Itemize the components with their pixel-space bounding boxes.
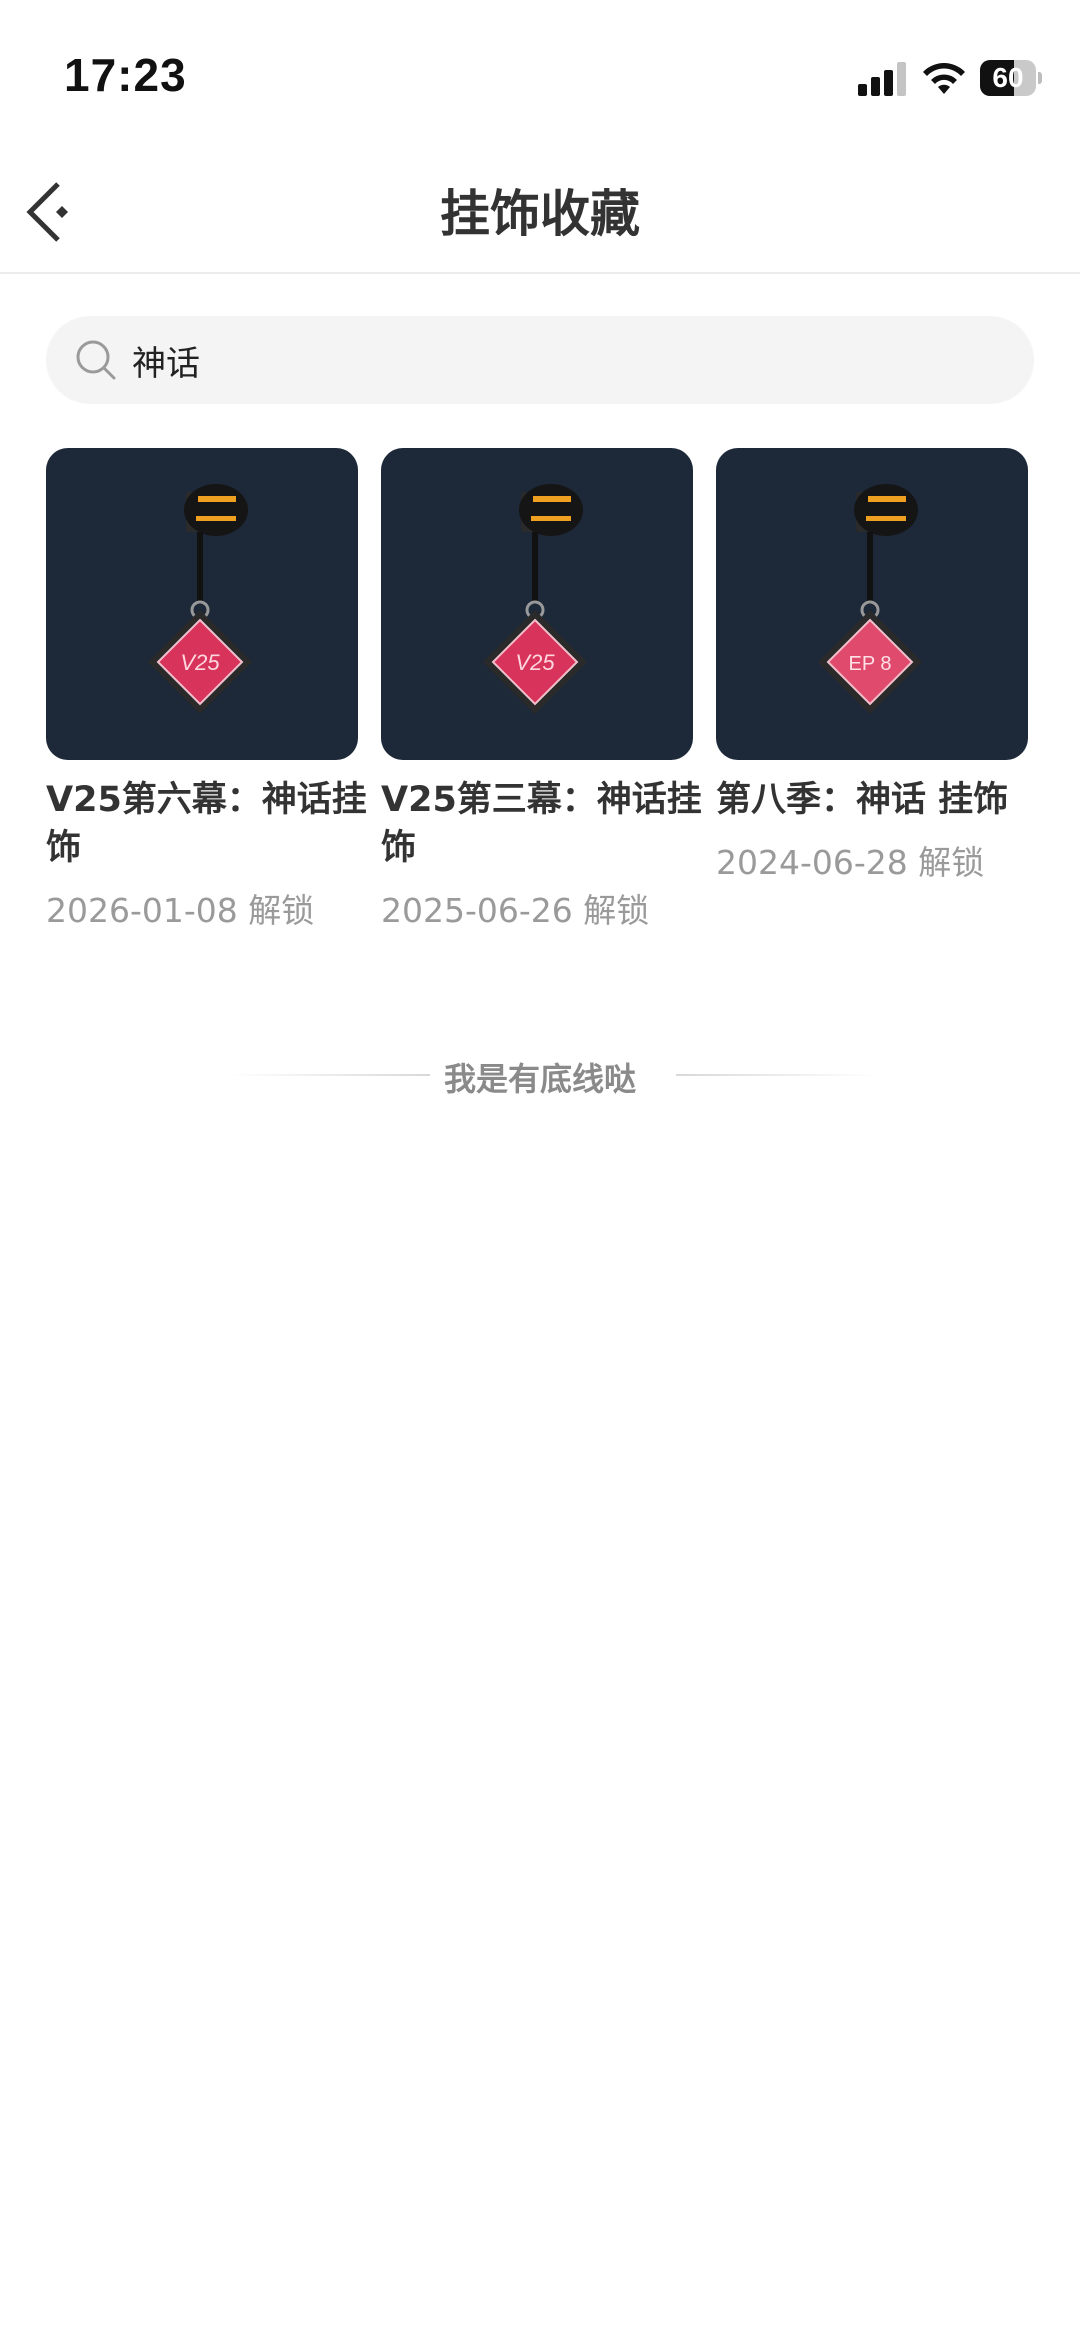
status-time: 17:23 bbox=[64, 49, 187, 101]
divider bbox=[676, 1074, 876, 1076]
battery-icon: 60 bbox=[980, 60, 1042, 96]
battery-percent: 60 bbox=[992, 62, 1024, 93]
page-title: 挂饰收藏 bbox=[440, 185, 640, 243]
search-input[interactable]: 神话 bbox=[46, 316, 1034, 404]
charm-unlock-date: 2024-06-28 解锁 bbox=[716, 843, 985, 882]
charm-thumbnail: V25 bbox=[381, 448, 693, 760]
charm-title: V25第三幕：神话挂饰 bbox=[381, 780, 702, 868]
charm-image: V25 bbox=[483, 484, 587, 714]
nav-bar: 挂饰收藏 bbox=[0, 150, 1080, 274]
charm-title: V25第六幕：神话挂饰 bbox=[46, 780, 367, 868]
charm-unlock-date: 2025-06-26 解锁 bbox=[381, 891, 650, 930]
end-of-list-indicator: 我是有底线哒 bbox=[0, 1050, 1080, 1100]
charm-thumbnail: EP 8 bbox=[716, 448, 1028, 760]
charm-image: EP 8 bbox=[818, 484, 922, 714]
charm-label: V25 bbox=[515, 650, 555, 675]
status-bar: 17:23 60 bbox=[0, 0, 1080, 150]
charm-unlock-date: 2026-01-08 解锁 bbox=[46, 891, 315, 930]
cellular-signal-icon bbox=[858, 62, 908, 96]
charm-label: V25 bbox=[180, 650, 220, 675]
search-value: 神话 bbox=[132, 344, 200, 384]
charm-thumbnail: V25 bbox=[46, 448, 358, 760]
charm-image: V25 bbox=[148, 484, 252, 714]
end-of-list-text: 我是有底线哒 bbox=[443, 1060, 636, 1098]
charm-label: EP 8 bbox=[849, 653, 892, 675]
search-icon bbox=[76, 340, 116, 380]
charm-title: 第八季：神话 挂饰 bbox=[716, 780, 1009, 820]
wifi-icon bbox=[923, 63, 965, 94]
